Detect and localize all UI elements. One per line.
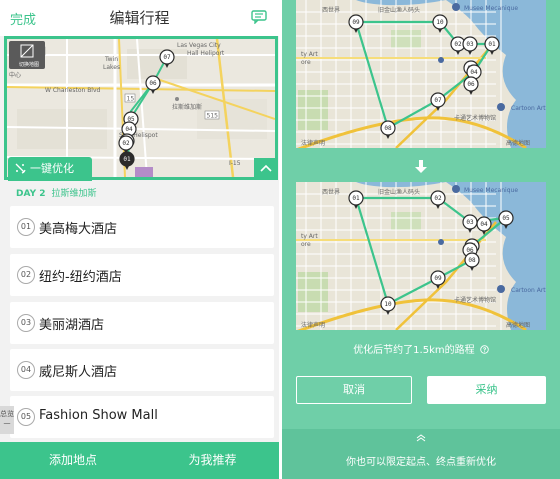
pin-number: 03	[466, 219, 474, 226]
map-label: 法律声明	[301, 139, 325, 147]
map-label: Hall Heliport	[187, 50, 225, 57]
map-label: ty Art	[301, 51, 318, 58]
map-after-canvas: Musee Mecanique 旧金山渔人码头 西世界 Cartoon Art Mus…	[296, 182, 546, 330]
map-label: Cartoon Art Museum	[511, 105, 546, 112]
map-label: I-15	[229, 160, 241, 167]
map-label: 卡通艺术博物馆	[454, 296, 496, 304]
map-label: Twin	[104, 56, 118, 63]
stop-number: 03	[17, 314, 35, 332]
switch-map-label: 切换地图	[18, 62, 39, 68]
bottom-action-bar: 添加地点 为我推荐	[0, 442, 279, 479]
reoptimize-hint: 你也可以限定起点、终点重新优化	[346, 457, 496, 468]
pin-number: 02	[122, 140, 130, 147]
map-label: ore	[301, 59, 311, 66]
pin-number: 04	[470, 69, 478, 76]
stop-list-item[interactable]: 01 美高梅大酒店	[10, 206, 274, 248]
recommend-button[interactable]: 为我推荐	[146, 442, 279, 479]
map-label: W Charleston Blvd	[45, 87, 101, 94]
map-before-canvas: Musee Mecanique 旧金山渔人码头 西世界 Cartoon Art Mus…	[296, 0, 546, 148]
stop-list-item[interactable]: 05 Fashion Show Mall	[10, 396, 274, 438]
map-label: 卡通艺术博物馆	[454, 114, 496, 122]
map-label: Musee Mecanique	[464, 5, 518, 12]
map-label: 高德地图	[506, 139, 530, 147]
stop-number: 05	[17, 408, 35, 426]
switch-map-button[interactable]: 切换地图	[9, 41, 45, 69]
pin-number: 04	[125, 126, 133, 133]
stop-name: 威尼斯人酒店	[39, 365, 118, 380]
pin-number: 02	[434, 195, 442, 202]
pin-number: 01	[123, 156, 131, 163]
arrow-down-icon	[415, 160, 427, 173]
map-label: 旧金山渔人码头	[378, 6, 420, 14]
saving-text: 优化后节约了1.5km的路程	[353, 345, 475, 356]
pin-number: 05	[502, 215, 510, 222]
map-after-optimization: Musee Mecanique 旧金山渔人码头 西世界 Cartoon Art Mus…	[296, 182, 546, 330]
page-title: 编辑行程	[109, 9, 170, 27]
stop-number: 02	[17, 266, 35, 284]
map-label: Cartoon Art Museum	[511, 287, 546, 294]
highway-shield: 15	[127, 96, 135, 103]
stop-name: 美高梅大酒店	[39, 222, 118, 237]
stop-name: 美丽湖酒店	[39, 318, 105, 333]
day-city: 拉斯维加斯	[51, 189, 97, 199]
map-label: Musee Mecanique	[464, 187, 518, 194]
pin-number: 01	[488, 41, 496, 48]
collapse-map-button[interactable]	[254, 158, 278, 180]
map-label: 旧金山渔人码头	[378, 188, 420, 196]
map-label: 中心	[9, 71, 21, 79]
pin-number: 07	[434, 97, 442, 104]
pin-number: 06	[467, 81, 475, 88]
pin-number: 06	[149, 80, 157, 87]
map-label: Las Vegas City	[177, 42, 221, 49]
pin-number: 01	[352, 195, 360, 202]
day-header: DAY 2 拉斯维加斯	[16, 186, 97, 199]
add-place-button[interactable]: 添加地点	[0, 442, 146, 479]
optimize-label: 一键优化	[30, 162, 74, 175]
map-before-optimization: Musee Mecanique 旧金山渔人码头 西世界 Cartoon Art Mus…	[296, 0, 546, 148]
accept-button[interactable]: 采纳	[427, 376, 546, 404]
cancel-button[interactable]: 取消	[296, 376, 412, 404]
overview-side-tab[interactable]: 总览 一	[0, 406, 14, 434]
message-icon[interactable]	[251, 10, 267, 24]
stop-list-item[interactable]: 04 威尼斯人酒店	[10, 349, 274, 391]
highway-shield: 515	[207, 113, 219, 120]
map-label: 高德地图	[506, 321, 530, 329]
pin-number: 09	[434, 275, 442, 282]
pin-number: 02	[454, 41, 462, 48]
optimization-result-panel: Musee Mecanique旧金山渔人码头西世界Cartoon Art Mus…	[282, 0, 560, 479]
pin-number: 10	[384, 301, 392, 308]
itinerary-editor-panel: 完成 编辑行程 Las Vegas City Hall Heliport Twi…	[0, 0, 279, 479]
layers-icon	[20, 44, 34, 58]
pin-number: 07	[163, 54, 171, 61]
chevron-up-icon	[260, 164, 272, 172]
stop-name: Fashion Show Mall	[39, 408, 158, 423]
stop-list-item[interactable]: 02 纽约-纽约酒店	[10, 254, 274, 296]
map-label: ore	[301, 241, 311, 248]
map-label: Lakes	[103, 64, 120, 71]
stop-number: 01	[17, 218, 35, 236]
pin-number: 10	[436, 19, 444, 26]
stop-number: 04	[17, 361, 35, 379]
magic-wand-icon	[15, 163, 26, 174]
pin-number: 09	[352, 19, 360, 26]
nav-bar: 完成 编辑行程	[0, 0, 279, 36]
map-label: 法律声明	[301, 321, 325, 329]
pin-number: 04	[480, 221, 488, 228]
map-label: 西世界	[322, 188, 340, 196]
saving-summary: 优化后节约了1.5km的路程	[282, 341, 560, 356]
map-label: ty Art	[301, 233, 318, 240]
pin-number: 08	[384, 125, 392, 132]
pin-number: 08	[468, 257, 476, 264]
map-label: 西世界	[322, 6, 340, 14]
help-icon[interactable]	[480, 345, 489, 354]
one-click-optimize-button[interactable]: 一键优化	[8, 157, 92, 181]
map-label: 拉斯维加斯	[172, 103, 202, 111]
stop-name: 纽约-纽约酒店	[39, 270, 122, 285]
stop-list-item[interactable]: 03 美丽湖酒店	[10, 302, 274, 344]
chevron-up-icon	[416, 434, 426, 442]
reoptimize-footer[interactable]: 你也可以限定起点、终点重新优化	[282, 429, 560, 479]
day-number: DAY 2	[16, 189, 46, 199]
pin-number: 03	[466, 41, 474, 48]
